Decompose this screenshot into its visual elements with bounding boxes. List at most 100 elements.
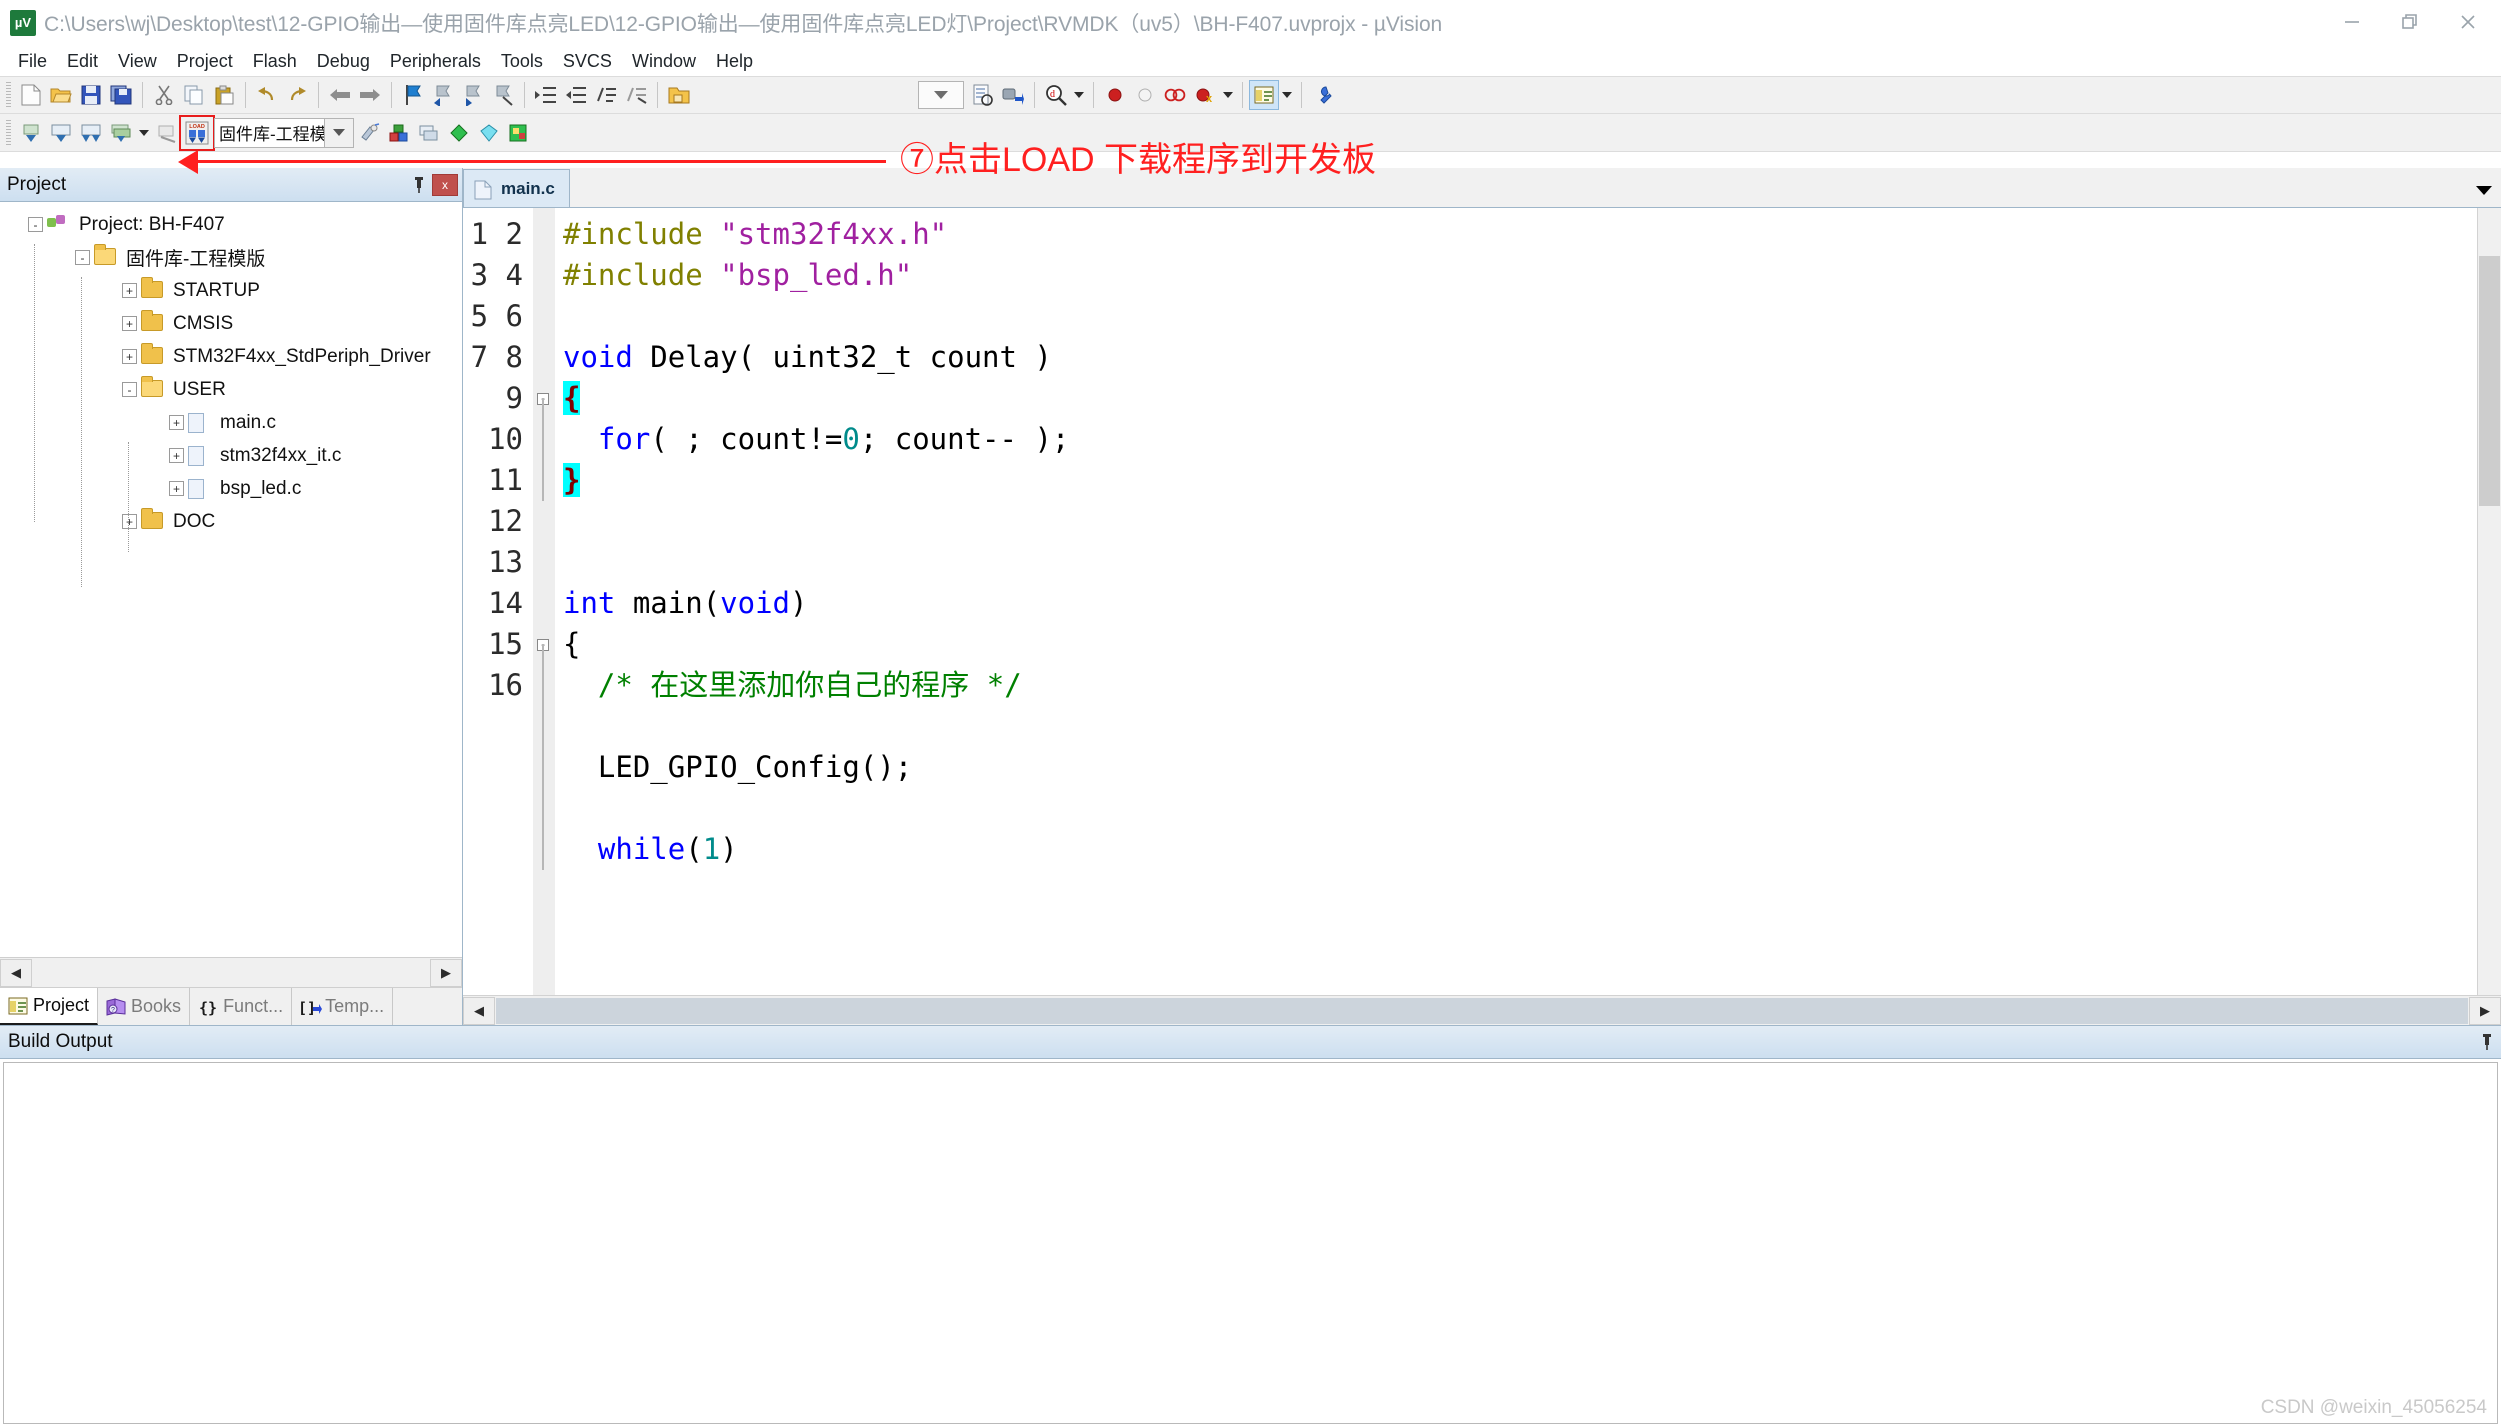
tree-expander[interactable]: - bbox=[75, 250, 90, 265]
tree-item-user[interactable]: - USER bbox=[0, 373, 462, 406]
find-dropdown-caret-icon[interactable] bbox=[1071, 80, 1087, 110]
tree-item-bsp-led-c[interactable]: + bsp_led.c bbox=[0, 472, 462, 505]
debug-session-icon[interactable] bbox=[998, 80, 1028, 110]
redo-icon[interactable] bbox=[282, 80, 312, 110]
toolbar-grip[interactable] bbox=[6, 82, 11, 108]
navigate-back-icon[interactable] bbox=[325, 80, 355, 110]
scroll-right-arrow-icon[interactable]: ▶ bbox=[2469, 996, 2501, 1025]
menu-flash[interactable]: Flash bbox=[243, 48, 307, 75]
tree-item-project[interactable]: - Project: BH-F407 bbox=[0, 208, 462, 241]
tab-books[interactable]: ? Books bbox=[98, 988, 191, 1025]
close-icon[interactable]: x bbox=[432, 173, 458, 196]
menu-svcs[interactable]: SVCS bbox=[553, 48, 622, 75]
manage-project-items-icon[interactable] bbox=[384, 118, 414, 148]
uncomment-icon[interactable] bbox=[621, 80, 651, 110]
menu-help[interactable]: Help bbox=[706, 48, 763, 75]
breakpoint-disable-icon[interactable] bbox=[1130, 80, 1160, 110]
editor-tab-main-c[interactable]: main.c bbox=[463, 169, 570, 207]
tree-item-cmsis[interactable]: + CMSIS bbox=[0, 307, 462, 340]
find-in-files-icon[interactable]: d bbox=[1041, 80, 1071, 110]
tree-expander[interactable]: - bbox=[28, 217, 43, 232]
menu-window[interactable]: Window bbox=[622, 48, 706, 75]
tree-item-stdperiph-driver[interactable]: + STM32F4xx_StdPeriph_Driver bbox=[0, 340, 462, 373]
editor-vertical-scrollbar[interactable] bbox=[2477, 208, 2501, 995]
tree-item-startup[interactable]: + STARTUP bbox=[0, 274, 462, 307]
scrollbar-thumb[interactable] bbox=[496, 997, 2468, 1024]
manage-layers-icon[interactable] bbox=[414, 118, 444, 148]
build-output-text[interactable] bbox=[3, 1062, 2498, 1424]
breakpoint-disable-all-icon[interactable]: x bbox=[1190, 80, 1220, 110]
window-manager-dropdown-caret-icon[interactable] bbox=[1279, 80, 1295, 110]
rebuild-all-icon[interactable] bbox=[76, 118, 106, 148]
save-icon[interactable] bbox=[76, 80, 106, 110]
tab-templates[interactable]: [] Temp... bbox=[292, 988, 394, 1025]
menu-file[interactable]: File bbox=[8, 48, 57, 75]
code-folding-gutter[interactable]: -- bbox=[533, 208, 555, 995]
project-tree-horizontal-scrollbar[interactable]: ◀ ▶ bbox=[0, 957, 462, 987]
scroll-right-arrow-icon[interactable]: ▶ bbox=[430, 958, 462, 987]
project-tree[interactable]: - Project: BH-F407 - 固件库-工程模版 + STARTUP … bbox=[0, 202, 462, 957]
maximize-restore-button[interactable] bbox=[2381, 0, 2439, 44]
editor-horizontal-scrollbar[interactable]: ◀ ▶ bbox=[463, 995, 2501, 1025]
tree-expander[interactable]: + bbox=[122, 283, 137, 298]
tree-expander[interactable]: + bbox=[169, 448, 184, 463]
scrollbar-thumb[interactable] bbox=[2479, 256, 2500, 506]
editor-tab-dropdown-icon[interactable] bbox=[2473, 179, 2495, 201]
tree-item-doc[interactable]: + DOC bbox=[0, 505, 462, 538]
open-folder-icon[interactable] bbox=[664, 80, 694, 110]
pin-icon[interactable] bbox=[408, 173, 430, 197]
copy-icon[interactable] bbox=[179, 80, 209, 110]
multi-project-icon[interactable] bbox=[444, 118, 474, 148]
breakpoint-dropdown-caret-icon[interactable] bbox=[1220, 80, 1236, 110]
bookmark-clear-icon[interactable] bbox=[488, 80, 518, 110]
minimize-button[interactable] bbox=[2323, 0, 2381, 44]
comment-icon[interactable] bbox=[591, 80, 621, 110]
bookmark-prev-icon[interactable] bbox=[428, 80, 458, 110]
close-button[interactable] bbox=[2439, 0, 2497, 44]
tree-expander[interactable]: + bbox=[122, 316, 137, 331]
load-button[interactable]: LOAD bbox=[179, 114, 215, 151]
bookmark-next-icon[interactable] bbox=[458, 80, 488, 110]
pin-icon[interactable] bbox=[2473, 1029, 2501, 1055]
save-all-icon[interactable] bbox=[106, 80, 136, 110]
tree-expander[interactable]: - bbox=[122, 382, 137, 397]
build-target-icon[interactable] bbox=[46, 118, 76, 148]
translate-file-icon[interactable] bbox=[16, 118, 46, 148]
scroll-left-arrow-icon[interactable]: ◀ bbox=[0, 958, 32, 987]
menu-project[interactable]: Project bbox=[167, 48, 243, 75]
scroll-left-arrow-icon[interactable]: ◀ bbox=[463, 996, 495, 1025]
manage-run-time-env-icon[interactable] bbox=[504, 118, 534, 148]
pack-installer-icon[interactable] bbox=[474, 118, 504, 148]
undo-icon[interactable] bbox=[252, 80, 282, 110]
tree-item-main-c[interactable]: + main.c bbox=[0, 406, 462, 439]
menu-tools[interactable]: Tools bbox=[491, 48, 553, 75]
open-file-icon[interactable] bbox=[46, 80, 76, 110]
window-manager-icon[interactable] bbox=[1249, 80, 1279, 110]
stop-build-icon[interactable] bbox=[152, 118, 182, 148]
tab-functions[interactable]: {} Funct... bbox=[190, 988, 293, 1025]
target-select[interactable]: 固件库-工程模版 bbox=[214, 117, 354, 148]
code-editor[interactable]: 1 2 3 4 5 6 7 8 9 10 11 12 13 14 15 16 -… bbox=[463, 208, 2501, 995]
tab-project[interactable]: Project bbox=[0, 988, 99, 1025]
navigate-forward-icon[interactable] bbox=[355, 80, 385, 110]
tree-expander[interactable]: + bbox=[122, 514, 137, 529]
menu-debug[interactable]: Debug bbox=[307, 48, 380, 75]
code-text[interactable]: #include "stm32f4xx.h" #include "bsp_led… bbox=[555, 208, 2477, 995]
paste-icon[interactable] bbox=[209, 80, 239, 110]
find-combo-dropdown[interactable] bbox=[918, 81, 964, 109]
new-file-icon[interactable] bbox=[16, 80, 46, 110]
tree-item-firmware-template[interactable]: - 固件库-工程模版 bbox=[0, 241, 462, 274]
batch-build-icon[interactable] bbox=[106, 118, 136, 148]
target-options-icon[interactable] bbox=[354, 118, 384, 148]
tree-item-stm32f4xx-it-c[interactable]: + stm32f4xx_it.c bbox=[0, 439, 462, 472]
configure-target-icon[interactable] bbox=[968, 80, 998, 110]
bookmark-toggle-icon[interactable] bbox=[398, 80, 428, 110]
target-select-caret-icon[interactable] bbox=[324, 117, 354, 148]
configuration-wizard-icon[interactable] bbox=[1308, 80, 1338, 110]
outdent-icon[interactable] bbox=[561, 80, 591, 110]
indent-icon[interactable] bbox=[531, 80, 561, 110]
menu-view[interactable]: View bbox=[108, 48, 167, 75]
build-dropdown-caret-icon[interactable] bbox=[136, 118, 152, 148]
tree-expander[interactable]: + bbox=[169, 481, 184, 496]
tree-expander[interactable]: + bbox=[122, 349, 137, 364]
